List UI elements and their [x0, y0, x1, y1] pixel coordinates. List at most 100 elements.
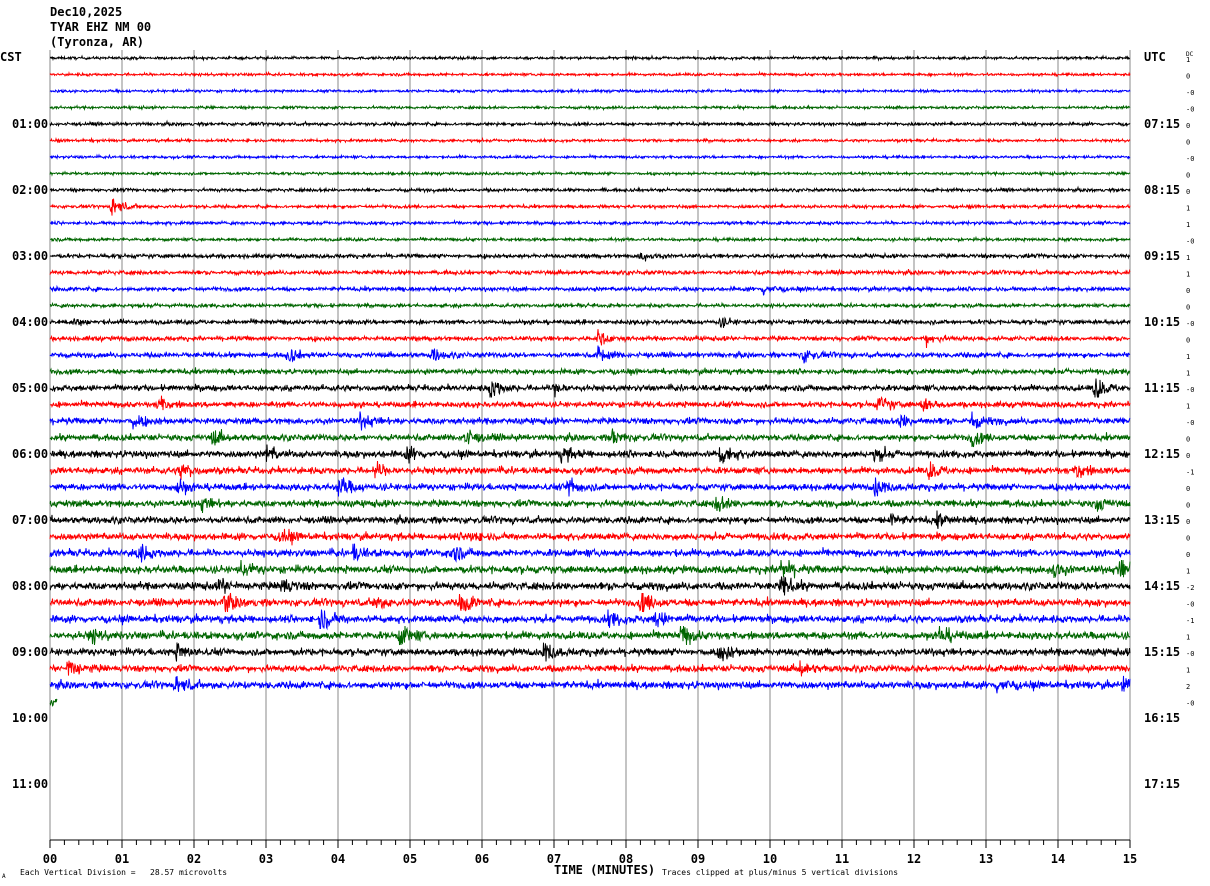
dc-offset-label: 1 [1186, 370, 1190, 378]
trace-line [49, 528, 1131, 546]
x-tick-label: 02 [187, 852, 201, 866]
trace-line [49, 119, 1131, 129]
dc-offset-label: 0 [1186, 287, 1190, 295]
trace-line [50, 235, 1131, 244]
trace-line [49, 329, 1130, 349]
dc-offset-label: 0 [1186, 436, 1190, 444]
trace-line [49, 284, 1131, 296]
trace-line [49, 170, 1131, 178]
dc-offset-label: -1 [1186, 469, 1194, 477]
dc-offset-label: 0 [1186, 172, 1190, 180]
dc-offset-label: 1 [1186, 667, 1190, 675]
cst-hour-label: 02:00 [12, 183, 48, 197]
trace-line [49, 152, 1131, 161]
dc-offset-label: 0 [1186, 485, 1190, 493]
minute-gridlines [49, 50, 1131, 840]
utc-hour-label: 08:15 [1144, 183, 1180, 197]
trace-line [49, 460, 1131, 481]
x-tick-label: 13 [979, 852, 993, 866]
x-tick-label: 11 [835, 852, 849, 866]
trace-line [49, 198, 1131, 216]
utc-hour-label: 15:15 [1144, 645, 1180, 659]
trace-line [49, 609, 1131, 631]
trace-line [49, 660, 1131, 677]
trace-line [49, 316, 1131, 329]
trace-line [49, 411, 1131, 431]
dc-offset-label: 2 [1186, 683, 1190, 691]
utc-hour-label: 14:15 [1144, 579, 1180, 593]
cst-hour-label: 03:00 [12, 249, 48, 263]
trace-line [49, 366, 1131, 377]
clip-note: Traces clipped at plus/minus 5 vertical … [662, 868, 898, 877]
dc-offset-label: 1 [1186, 221, 1190, 229]
dc-offset-label: -0 [1186, 700, 1194, 708]
dc-offset-label: 1 [1186, 254, 1190, 262]
trace-line [49, 185, 1131, 195]
trace-line [49, 559, 1131, 579]
cst-hour-label: 10:00 [12, 711, 48, 725]
dc-offset-label: -0 [1186, 601, 1194, 609]
trace-line [49, 576, 1131, 596]
cst-hour-label: 04:00 [12, 315, 48, 329]
dc-offset-label: 0 [1186, 535, 1190, 543]
cst-hour-label: 01:00 [12, 117, 48, 131]
x-tick-label: 04 [331, 852, 345, 866]
dc-offset-label: -1 [1186, 617, 1194, 625]
x-tick-label: 15 [1123, 852, 1137, 866]
dc-offset-label: -2 [1186, 584, 1194, 592]
trace-line [49, 251, 1131, 262]
trace-line [49, 592, 1131, 613]
dc-offset-label: -0 [1186, 650, 1194, 658]
dc-offset-label: 0 [1186, 122, 1190, 130]
trace-line [49, 642, 1131, 662]
x-axis-title: TIME (MINUTES) [554, 863, 655, 877]
cst-hour-label: 08:00 [12, 579, 48, 593]
dc-offset-label: 1 [1186, 568, 1190, 576]
x-tick-label: 09 [691, 852, 705, 866]
trace-line [49, 103, 1131, 112]
dc-offset-label: -0 [1186, 238, 1194, 246]
x-tick-label: 06 [475, 852, 489, 866]
trace-line [49, 510, 1131, 529]
dc-offset-label: 1 [1186, 205, 1190, 213]
x-tick-label: 10 [763, 852, 777, 866]
date-label: Dec10,2025 [50, 5, 122, 19]
utc-hour-label: 17:15 [1144, 777, 1180, 791]
dc-offset-label: 0 [1186, 551, 1190, 559]
utc-hour-label: 11:15 [1144, 381, 1180, 395]
station-label: TYAR EHZ NM 00 [50, 20, 151, 34]
utc-hour-label: 16:15 [1144, 711, 1180, 725]
dc-offset-label: 1 [1186, 56, 1190, 64]
dc-offset-label: 0 [1186, 502, 1190, 510]
trace-line [50, 54, 1130, 62]
cst-hour-label: 06:00 [12, 447, 48, 461]
utc-hour-label: 12:15 [1144, 447, 1180, 461]
cst-hour-label: 07:00 [12, 513, 48, 527]
trace-line [49, 70, 1131, 79]
location-label: (Tyronza, AR) [50, 35, 144, 49]
trace-line [49, 698, 58, 707]
dc-offset-label: 0 [1186, 518, 1190, 526]
dc-offset-label: 0 [1186, 452, 1190, 460]
trace-line [49, 378, 1131, 398]
x-tick-label: 05 [403, 852, 417, 866]
utc-hour-label: 10:15 [1144, 315, 1180, 329]
trace-line [49, 675, 1131, 694]
trace-line [49, 87, 1131, 95]
cst-hour-label: 11:00 [12, 777, 48, 791]
trace-line [49, 345, 1131, 364]
dc-offset-label: 1 [1186, 403, 1190, 411]
trace-line [49, 136, 1131, 145]
trace-line [49, 218, 1131, 228]
dc-offset-label: -0 [1186, 419, 1194, 427]
trace-line [49, 625, 1131, 646]
dc-offset-label: 0 [1186, 188, 1190, 196]
trace-line [49, 543, 1131, 563]
trace-line [49, 428, 1131, 448]
trace-line [49, 301, 1131, 310]
x-tick-label: 12 [907, 852, 921, 866]
cst-axis-title: CST [0, 50, 22, 64]
dc-offset-label: 0 [1186, 337, 1190, 345]
dc-offset-label: 0 [1186, 73, 1190, 81]
x-tick-label: 03 [259, 852, 273, 866]
